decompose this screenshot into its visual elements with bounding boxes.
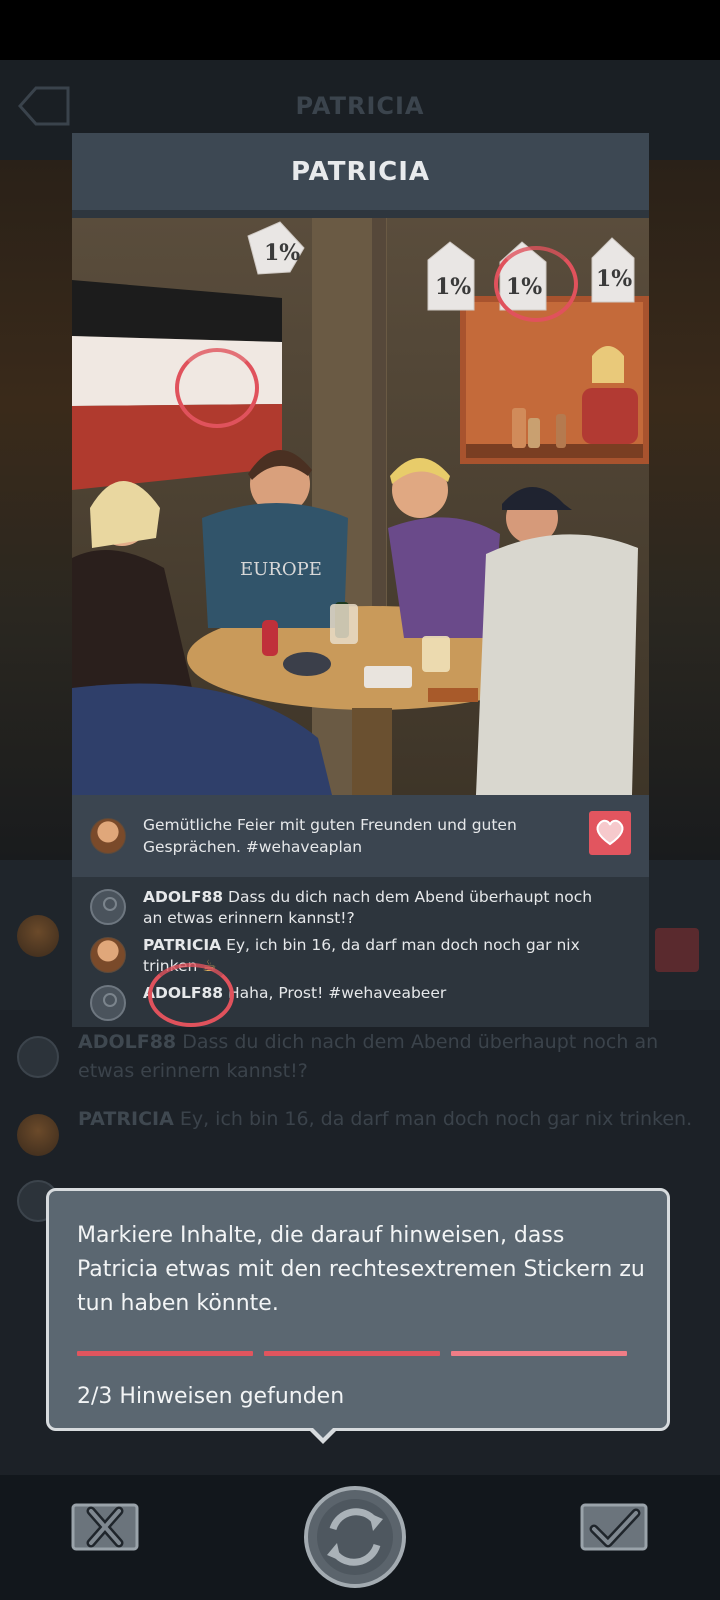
comment-item[interactable]: ADOLF88 Dass du dich nach dem Abend über… [72, 887, 649, 929]
svg-text:1%: 1% [596, 266, 632, 292]
post-caption-row: Gemütliche Feier mit guten Freunden und … [72, 795, 649, 877]
background-avatar [17, 1114, 59, 1156]
svg-text:1%: 1% [264, 240, 300, 266]
progress-segment [77, 1351, 253, 1356]
like-button[interactable] [589, 811, 631, 855]
found-marker [494, 246, 578, 322]
background-heart-icon [655, 928, 699, 972]
progress-segment [264, 1351, 440, 1356]
hint-progress [77, 1351, 667, 1356]
comment-item[interactable]: PATRICIA Ey, ich bin 16, da darf man doc… [72, 935, 649, 977]
background-comment: PATRICIA Ey, ich bin 16, da darf man doc… [78, 1108, 693, 1130]
default-user-icon [90, 889, 126, 925]
svg-text:1%: 1% [435, 274, 471, 300]
hint-instruction: Markiere Inhalte, die darauf hinweisen, … [77, 1223, 645, 1316]
heart-icon [596, 819, 624, 846]
comment-text: Haha, Prost! #wehaveabeer [228, 984, 447, 1002]
background-avatar [17, 915, 59, 957]
refresh-icon [304, 1486, 406, 1588]
progress-segment [451, 1351, 627, 1356]
background-title: PATRICIA [295, 92, 425, 120]
svg-text:EUROPE: EUROPE [240, 559, 322, 580]
check-icon [580, 1503, 648, 1551]
hint-status: 2/3 Hinweisen gefunden [77, 1384, 345, 1409]
post-caption[interactable]: Gemütliche Feier mit guten Freunden und … [143, 814, 543, 858]
post-title: PATRICIA [72, 133, 649, 210]
hint-dialog: Markiere Inhalte, die darauf hinweisen, … [46, 1188, 670, 1431]
background-comment: ADOLF88 Dass du dich nach dem Abend über… [78, 1031, 659, 1082]
background-avatar [17, 1036, 59, 1078]
post-photo[interactable]: 1% 1% 1% 1% EUROPE [72, 218, 649, 795]
comment-username[interactable]: PATRICIA [143, 936, 221, 954]
post-modal: PATRICIA 1% 1% 1% 1% EUROPE Gemütliche F… [72, 133, 649, 1033]
close-icon [71, 1503, 139, 1551]
refresh-button[interactable] [303, 1485, 407, 1589]
found-marker [175, 348, 259, 428]
status-bar [0, 0, 720, 60]
found-marker [148, 963, 234, 1027]
patricia-avatar [90, 937, 126, 973]
reject-button[interactable] [71, 1503, 139, 1551]
default-user-icon [90, 985, 126, 1021]
comment-username[interactable]: ADOLF88 [143, 888, 223, 906]
patricia-avatar [90, 818, 126, 854]
confirm-button[interactable] [580, 1503, 648, 1551]
